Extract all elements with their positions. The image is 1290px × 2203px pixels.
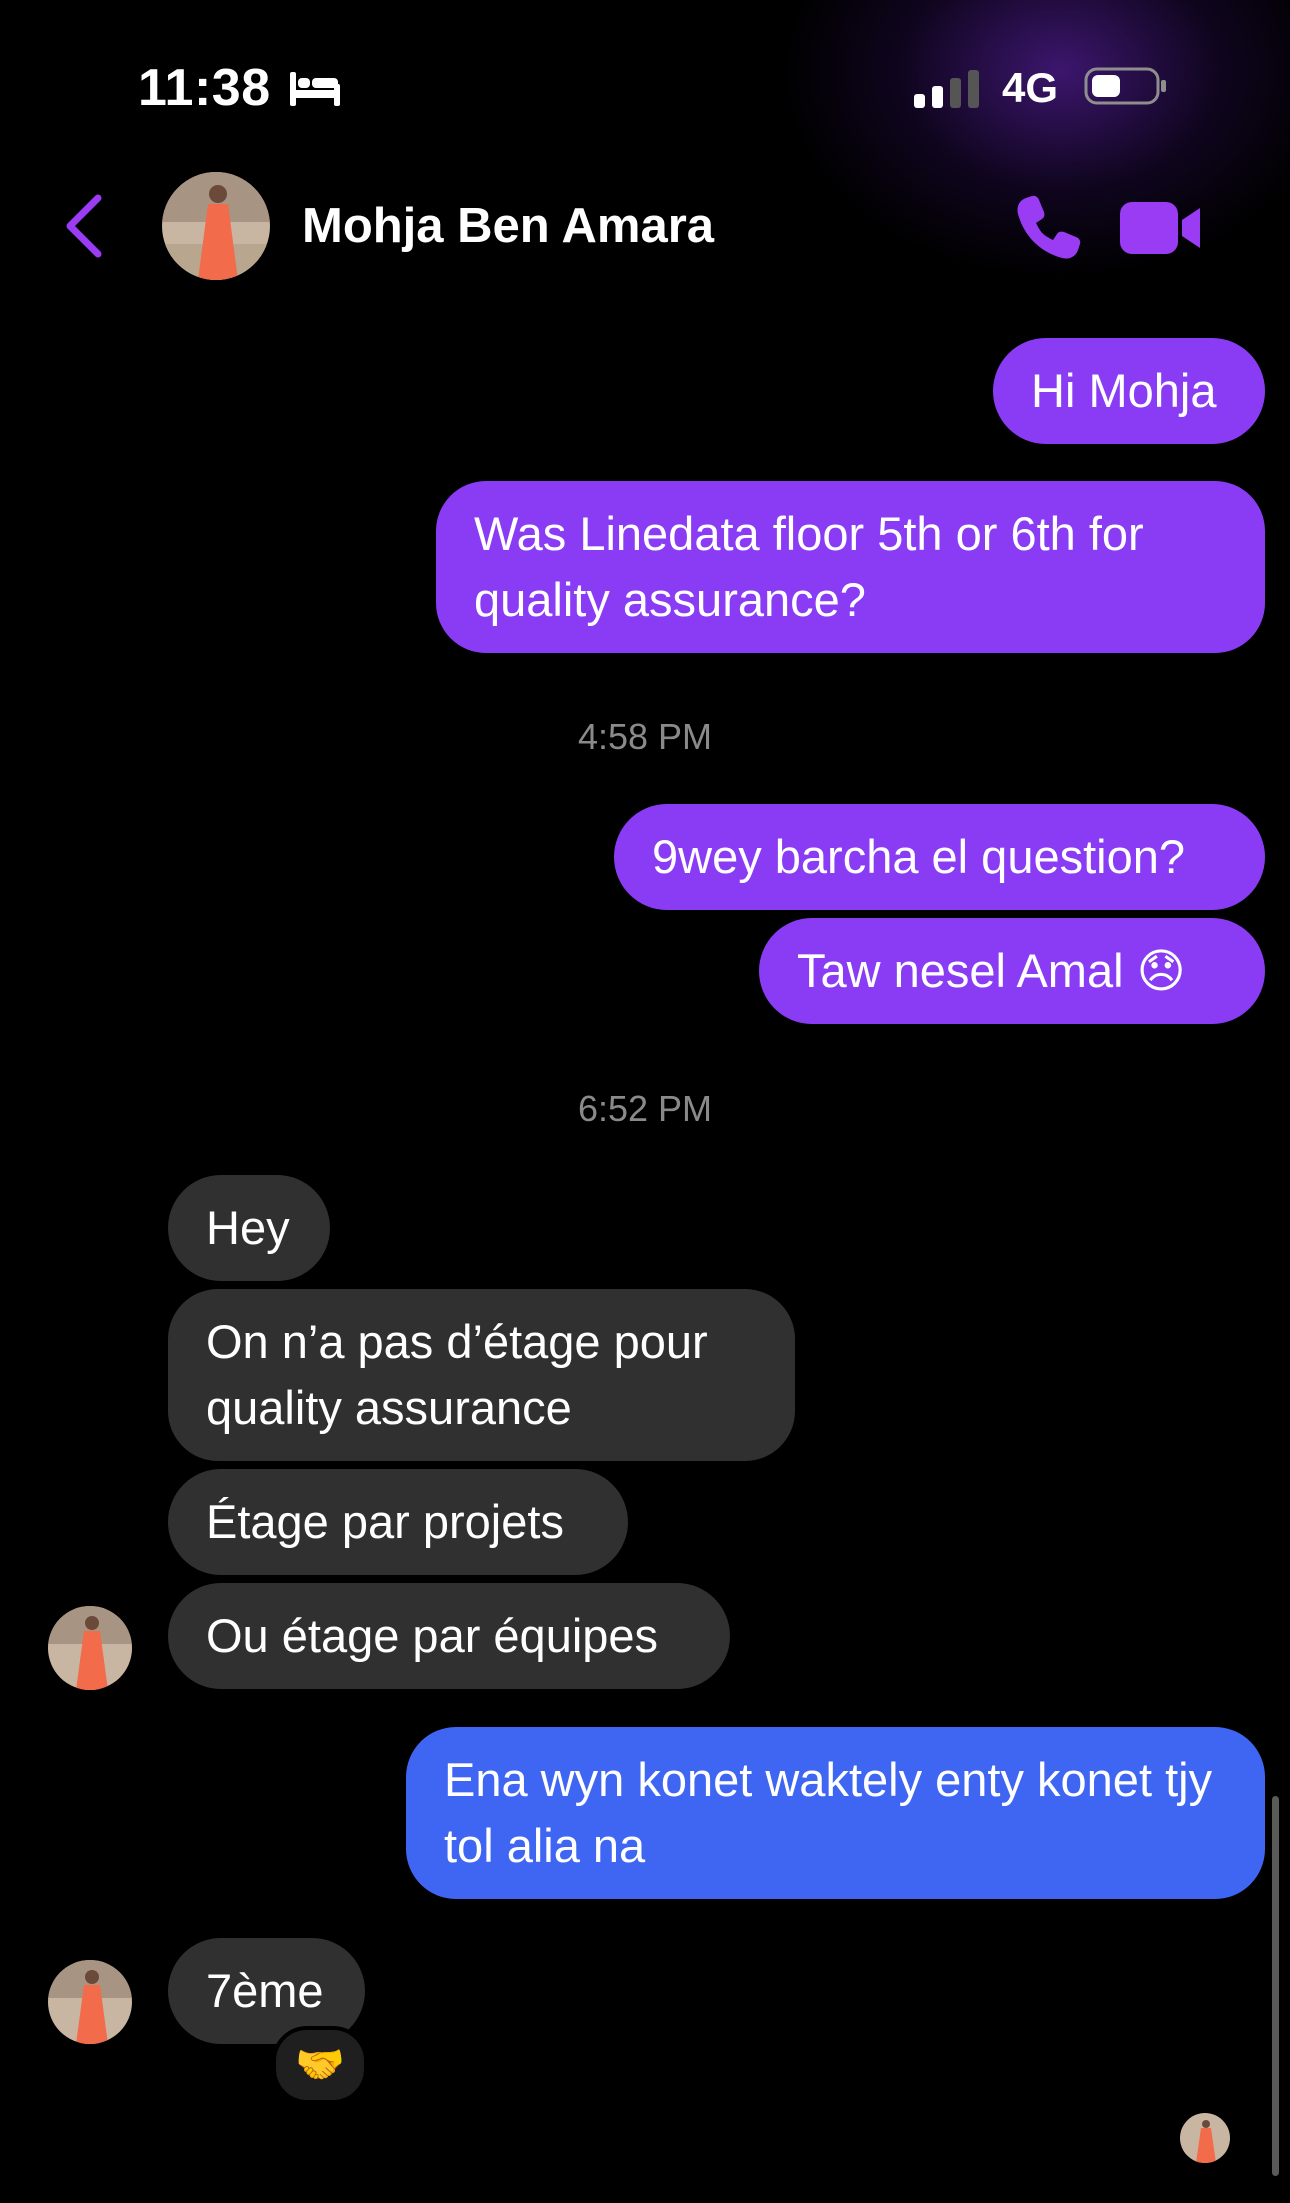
outgoing-message[interactable]: Hi Mohja — [993, 338, 1265, 444]
incoming-message[interactable]: Étage par projets — [168, 1469, 628, 1575]
video-call-icon[interactable] — [1120, 200, 1202, 256]
contact-name[interactable]: Mohja Ben Amara — [302, 198, 714, 254]
contact-avatar[interactable] — [162, 172, 270, 280]
status-time: 11:38 — [138, 59, 271, 117]
sender-avatar[interactable] — [48, 1960, 132, 2044]
outgoing-message[interactable]: Taw nesel Amal 😞 — [759, 918, 1265, 1024]
back-chevron-icon[interactable] — [64, 194, 104, 258]
outgoing-message[interactable]: Was Linedata floor 5th or 6th for qualit… — [436, 481, 1265, 653]
seen-avatar — [1180, 2113, 1230, 2163]
timestamp: 6:52 PM — [577, 1088, 713, 1129]
phone-call-icon[interactable] — [1012, 192, 1084, 264]
scrollbar[interactable] — [1272, 1796, 1279, 2176]
bed-icon — [290, 72, 340, 106]
outgoing-message-latest[interactable]: Ena wyn konet waktely enty konet tjy tol… — [406, 1727, 1265, 1899]
incoming-message[interactable]: Hey — [168, 1175, 330, 1281]
battery-icon — [1084, 67, 1166, 105]
incoming-message[interactable]: Ou étage par équipes — [168, 1583, 730, 1689]
signal-icon — [914, 68, 980, 108]
incoming-message[interactable]: On n’a pas d’étage pour quality assuranc… — [168, 1289, 795, 1461]
outgoing-message[interactable]: 9wey barcha el question? — [614, 804, 1265, 910]
handshake-reaction[interactable]: 🤝 — [272, 2026, 368, 2104]
timestamp: 4:58 PM — [577, 716, 713, 757]
network-type: 4G — [1002, 64, 1059, 111]
sender-avatar[interactable] — [48, 1606, 132, 1690]
